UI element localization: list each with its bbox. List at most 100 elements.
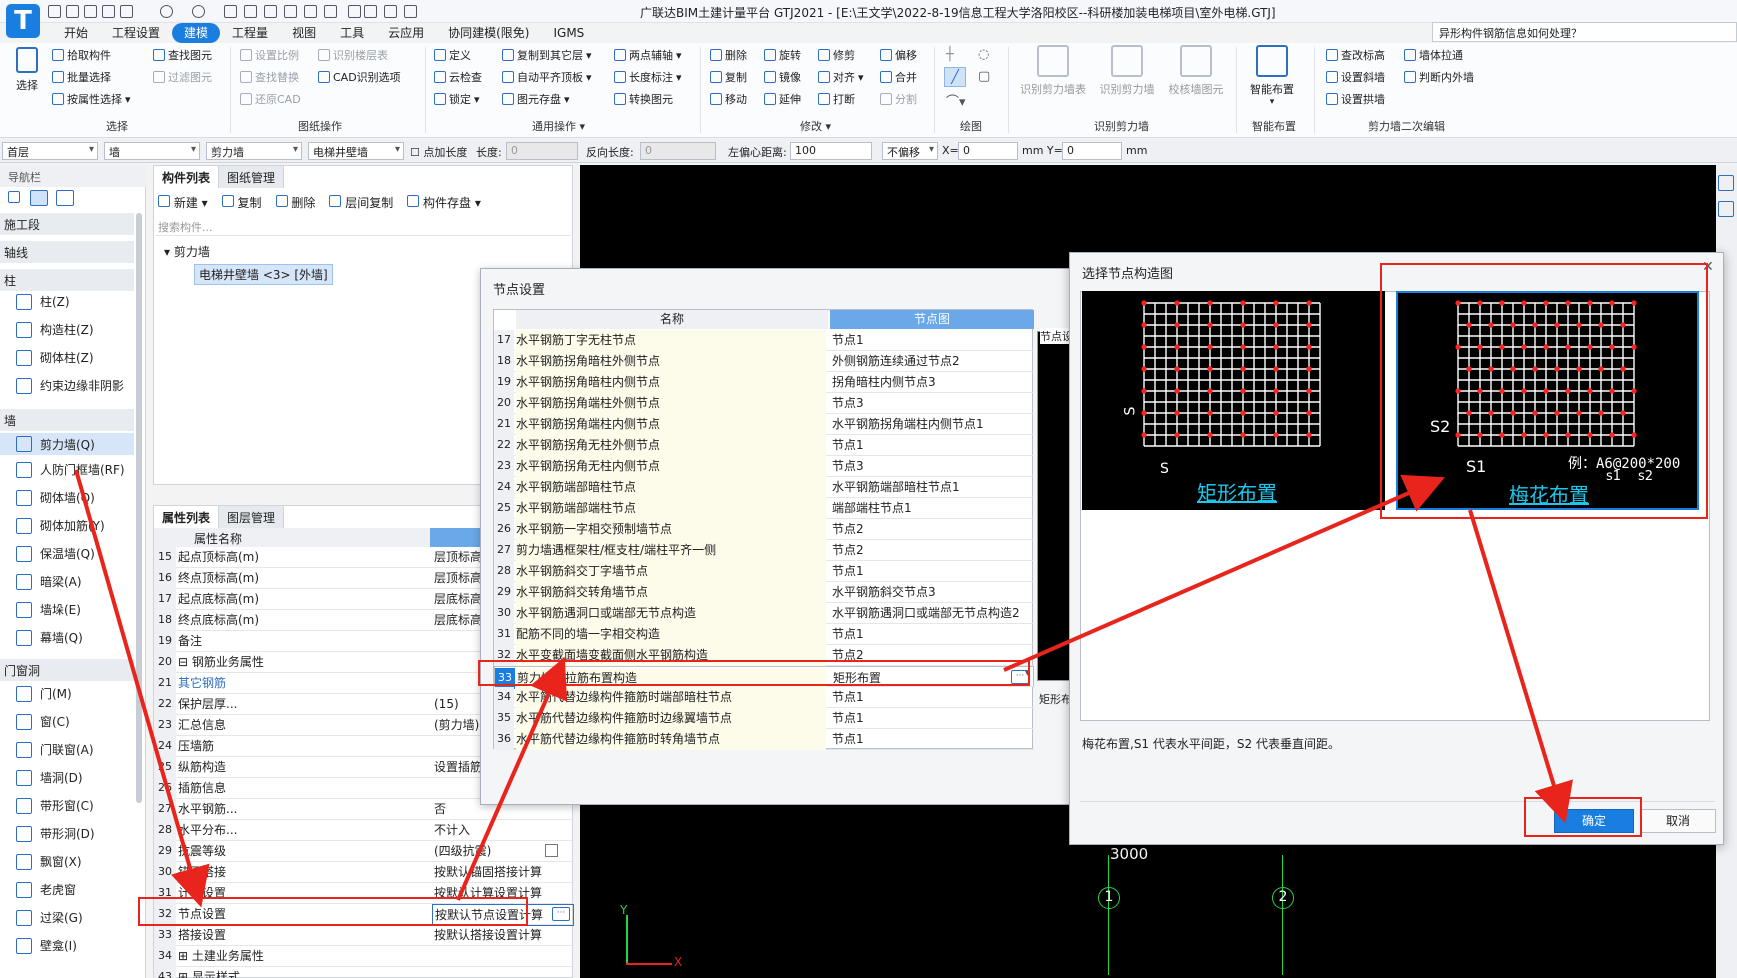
help-search-input[interactable]: 异形构件钢筋信息如何处理？ (1432, 22, 1737, 42)
tab-drawing-management[interactable]: 图纸管理 (219, 166, 285, 188)
nav-item-wall-pier[interactable]: 墙垛(E) (16, 601, 81, 618)
set-slope-wall-button[interactable]: 设置斜墙 (1326, 69, 1385, 85)
copy-component-button[interactable]: 复制 (221, 194, 262, 211)
tree-root[interactable]: ▾ 剪力墙 (164, 243, 210, 260)
node-value[interactable]: 节点1 (830, 687, 1034, 707)
node-row[interactable]: 30 水平钢筋遇洞口或端部无节点构造 水平钢筋遇洞口或端部无节点构造2 (494, 603, 1034, 624)
mirror-button[interactable]: 镜像 (764, 69, 801, 85)
tree-item-elevator-wall[interactable]: 电梯井壁墙 <3> [外墙] (194, 264, 333, 285)
pick-button[interactable]: 拾取构件 (52, 47, 111, 63)
open-icon[interactable] (66, 5, 79, 18)
select-by-prop-button[interactable]: 按属性选择 ▾ (52, 91, 131, 107)
nav-item-lintel[interactable]: 过梁(G) (16, 909, 83, 926)
component-save-button[interactable]: 构件存盘 ▾ (407, 194, 481, 211)
node-value[interactable]: 水平钢筋拐角端柱内侧节点1 (830, 414, 1034, 434)
length-mark-button[interactable]: 长度标注 ▾ (614, 69, 682, 85)
nav-item-curtain-wall[interactable]: 幕墙(Q) (16, 629, 83, 646)
node-row[interactable]: 19 水平钢筋拐角暗柱内侧节点 拐角暗柱内侧节点3 (494, 372, 1034, 393)
nav-item-niche[interactable]: 壁龛(I) (16, 937, 77, 954)
menu-quantity[interactable]: 工程量 (220, 23, 280, 43)
tab-property-list[interactable]: 属性列表 (154, 506, 220, 528)
node-row[interactable]: 24 水平钢筋端部暗柱节点 水平钢筋端部暗柱节点1 (494, 477, 1034, 498)
node-value[interactable]: 外侧钢筋连续通过节点2 (830, 351, 1034, 371)
property-value[interactable]: 不计入 (432, 820, 574, 840)
node-value[interactable]: 节点3 (830, 456, 1034, 476)
floor-select[interactable]: 首层 (2, 142, 98, 160)
find-element-button[interactable]: 查找图元 (153, 47, 212, 63)
node-row[interactable]: 34 水平筋代替边缘构件箍筋时端部暗柱节点 节点1 (494, 687, 1034, 708)
two-point-axis-button[interactable]: 两点辅轴 ▾ (614, 47, 682, 63)
node-value[interactable]: 节点2 (830, 519, 1034, 539)
lock-button[interactable]: 锁定 ▾ (434, 91, 480, 107)
node-row[interactable]: 35 水平筋代替边缘构件箍筋时边缘翼墙节点 节点1 (494, 708, 1034, 729)
property-value[interactable]: 按默认计算设置计算 (432, 883, 574, 903)
draw-line-button[interactable]: ╱ (944, 67, 966, 87)
node-value[interactable]: 节点1 (830, 624, 1034, 644)
node-row[interactable]: 27 剪力墙遇框架柱/框支柱/端柱平齐一侧 节点2 (494, 540, 1034, 561)
node-row[interactable]: 26 水平钢筋一字相交预制墙节点 节点2 (494, 519, 1034, 540)
property-row[interactable]: 30 锚固搭接 按默认锚固搭接计算 (154, 862, 574, 883)
nav-item-wall-hole[interactable]: 墙洞(D) (16, 769, 83, 786)
property-row[interactable]: 43 ⊞ 显示样式 (154, 967, 574, 978)
grid-icon[interactable] (224, 5, 237, 18)
node-row[interactable]: 33 剪力墙身拉筋布置构造 矩形布置 ··· (494, 666, 1034, 689)
nav-item-bay-window[interactable]: 飘窗(X) (16, 853, 82, 870)
tab-component-list[interactable]: 构件列表 (154, 166, 220, 188)
select-button[interactable]: 选择 (10, 47, 44, 93)
node-value[interactable]: 节点3 (830, 393, 1034, 413)
option-rect-layout[interactable]: S S 矩形布置 (1082, 291, 1385, 510)
nav-item-masonry-rebar[interactable]: 砌体加筋(Y) (16, 517, 105, 534)
break-button[interactable]: 打断 (818, 91, 855, 107)
node-value[interactable]: 节点1 (830, 729, 1034, 749)
offset-mode-select[interactable]: 不偏移 (882, 142, 938, 160)
undo-icon[interactable] (160, 5, 173, 18)
delete-component-button[interactable]: 删除 (275, 194, 315, 211)
nav-item-masonry-column[interactable]: 砌体柱(Z) (16, 349, 94, 366)
type-select[interactable]: 墙 (104, 142, 200, 160)
draw-circle-button[interactable]: ◌ (978, 47, 989, 62)
menu-view[interactable]: 视图 (280, 23, 328, 43)
node-value[interactable]: 水平钢筋端部暗柱节点1 (830, 477, 1034, 497)
view-icon[interactable] (120, 5, 133, 18)
cancel-button[interactable]: 取消 (1640, 809, 1716, 833)
tree-view-icon[interactable] (56, 190, 74, 206)
identify-wall-table-button[interactable]: 识别剪力墙表 (1014, 45, 1092, 97)
nav-cat-construction[interactable]: 施工段 (0, 213, 134, 235)
more-icon[interactable] (404, 5, 417, 18)
element-save-button[interactable]: 图元存盘 ▾ (502, 91, 570, 107)
menu-modeling[interactable]: 建模 (172, 23, 221, 43)
auto-flat-button[interactable]: 自动平齐顶板 ▾ (502, 69, 592, 85)
node-row[interactable]: 23 水平钢筋拐角无柱内侧节点 节点3 (494, 456, 1034, 477)
node-value[interactable]: 节点2 (830, 540, 1034, 560)
delete-button[interactable]: 删除 (710, 47, 747, 63)
menu-tools[interactable]: 工具 (328, 23, 376, 43)
nav-cat-wall[interactable]: 墙 (0, 409, 134, 431)
node-value[interactable]: 节点1 (830, 561, 1034, 581)
cad-options-button[interactable]: CAD识别选项 (318, 69, 401, 85)
menu-igms[interactable]: IGMS (541, 23, 596, 43)
move-button[interactable]: 移动 (710, 91, 747, 107)
node-setting-ellipsis-button[interactable]: ··· (552, 907, 570, 921)
nav-cat-column[interactable]: 柱 (0, 269, 134, 291)
node-row[interactable]: 29 水平钢筋斜交转角墙节点 水平钢筋斜交节点3 (494, 582, 1034, 603)
node-ellipsis-button[interactable]: ··· (1011, 670, 1029, 684)
node-value[interactable]: 节点1 (830, 708, 1034, 728)
nav-item-door[interactable]: 门(M) (16, 685, 72, 702)
trim-button[interactable]: 修剪 (818, 47, 855, 63)
copy-button[interactable]: 复制 (710, 69, 747, 85)
checkbox[interactable] (545, 844, 558, 857)
component-select[interactable]: 电梯井壁墙 (308, 142, 404, 160)
property-row[interactable]: 28 水平分布... 不计入 (154, 820, 574, 841)
nav-item-hidden-beam[interactable]: 暗梁(A) (16, 573, 82, 590)
copy-icon[interactable] (264, 5, 277, 18)
node-row[interactable]: 17 水平钢筋丁字无柱节点 节点1 (494, 330, 1034, 351)
subtype-select[interactable]: 剪力墙 (206, 142, 302, 160)
wall-pull-button[interactable]: 墙体拉通 (1404, 47, 1463, 63)
node-row[interactable]: 21 水平钢筋拐角端柱内侧节点 水平钢筋拐角端柱内侧节点1 (494, 414, 1034, 435)
list-view-icon[interactable] (30, 190, 48, 206)
3d-view-icon[interactable] (1718, 201, 1734, 217)
app-logo[interactable]: T (6, 4, 40, 38)
print-icon[interactable] (102, 5, 115, 18)
nav-cat-door-window[interactable]: 门窗洞 (0, 659, 134, 681)
extend-button[interactable]: 延伸 (764, 91, 801, 107)
